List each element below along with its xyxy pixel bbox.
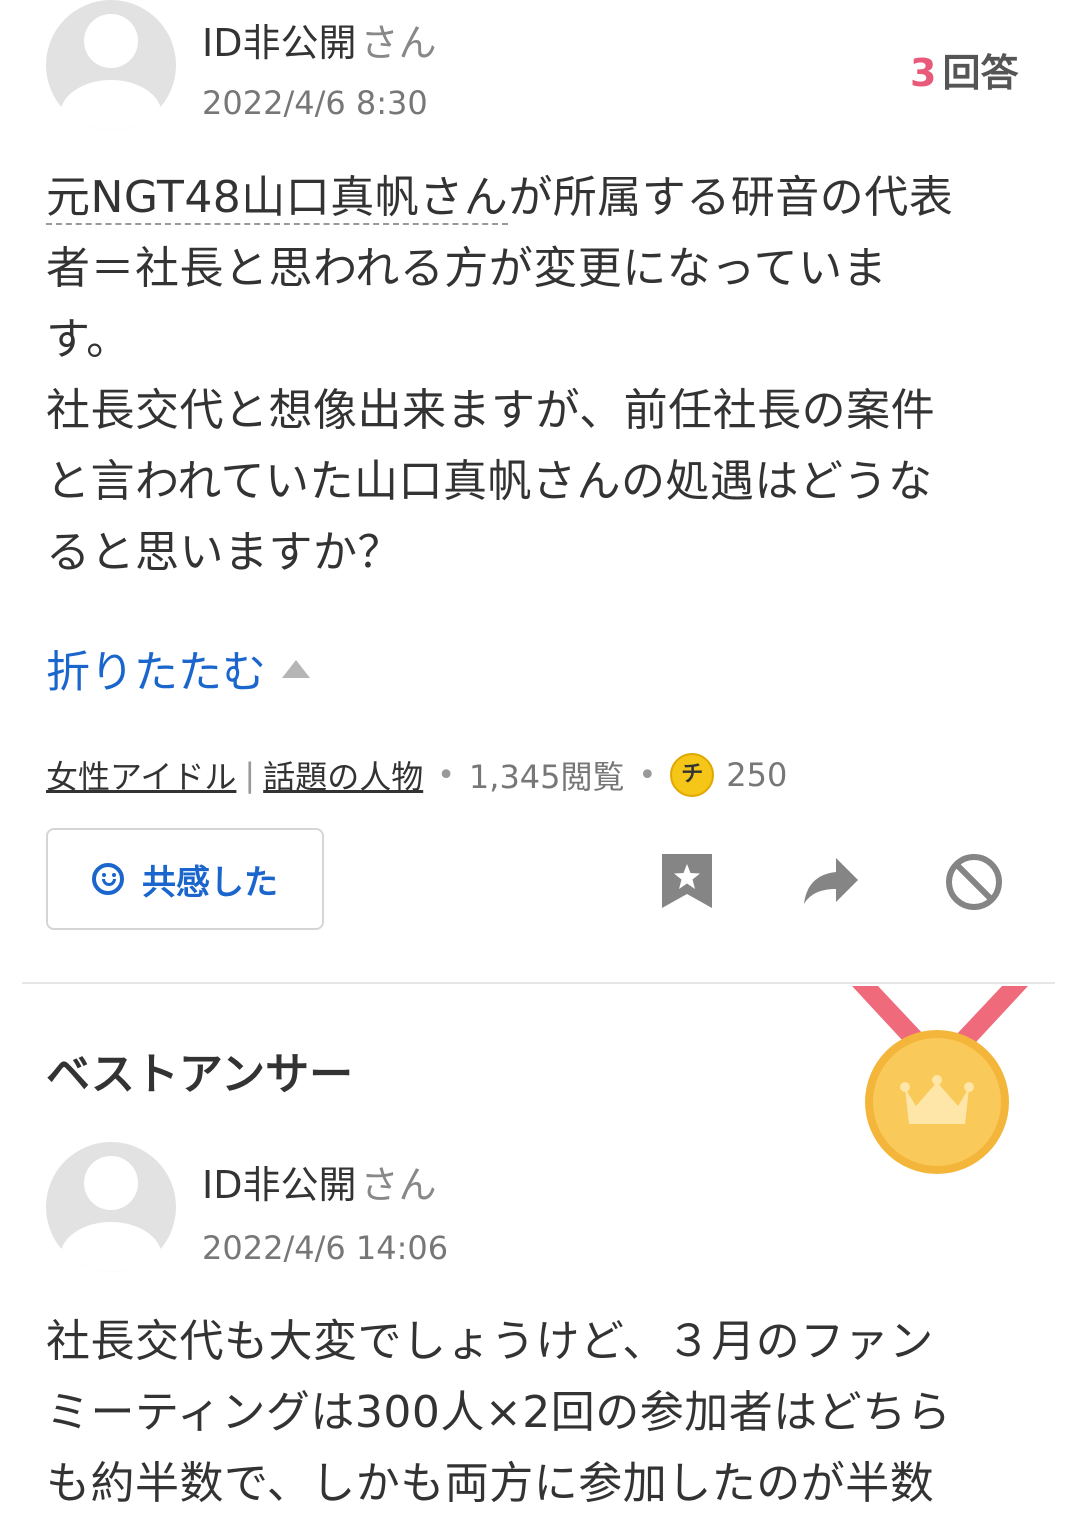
question-keyword-link[interactable]: 元NGT48山口真帆さん	[46, 172, 509, 225]
best-answer-title: ベストアンサー	[46, 1049, 354, 1100]
question-meta: 女性アイドル | 話題の人物 • 1,345閲覧 • チ 250	[46, 752, 787, 798]
section-divider	[22, 982, 1055, 984]
answer-user-name-text: ID非公開	[202, 1163, 357, 1207]
empathy-button[interactable]: 共感した	[46, 828, 324, 930]
answer-count-label: 回答	[942, 51, 1019, 95]
coin-amount: 250	[726, 756, 788, 794]
coin-icon: チ	[670, 753, 715, 797]
collapse-label: 折りたたむ	[46, 647, 266, 698]
answer-count-number: 3	[910, 51, 937, 95]
meta-dot: •	[437, 757, 455, 793]
answer-user-name[interactable]: ID非公開 さん	[202, 1154, 436, 1209]
answer-user-suffix: さん	[360, 1163, 437, 1207]
question-user-name[interactable]: ID非公開 さん	[202, 12, 436, 67]
question-avatar[interactable]	[46, 0, 176, 130]
category-separator: |	[244, 756, 256, 794]
block-icon[interactable]	[944, 852, 1004, 916]
view-count: 1,345閲覧	[468, 758, 625, 796]
collapse-toggle[interactable]: 折りたたむ	[46, 636, 310, 700]
caret-up-icon	[282, 660, 310, 678]
answer-body: 社長交代も大変でしょうけど、３月のファン ミーティングは300人×2回の参加者は…	[46, 1316, 952, 1509]
smile-icon	[92, 863, 124, 895]
question-body: 元NGT48山口真帆さんが所属する研音の代表 者＝社長と思われる方が変更になって…	[46, 162, 1036, 588]
answer-count: 3 回答	[910, 42, 1018, 97]
bookmark-icon[interactable]	[660, 852, 714, 914]
answer-avatar[interactable]	[46, 1142, 176, 1272]
category-link-person[interactable]: 話題の人物	[263, 752, 423, 798]
category-link-idol[interactable]: 女性アイドル	[46, 752, 236, 798]
question-body-rest: 者＝社長と思われる方が変更になっていま す。 社長交代と想像出来ますが、前任社長…	[46, 243, 936, 578]
answer-date: 2022/4/6 14:06	[202, 1229, 449, 1267]
user-name-text: ID非公開	[202, 21, 357, 65]
user-suffix: さん	[360, 21, 437, 65]
question-date: 2022/4/6 8:30	[202, 84, 428, 122]
share-icon[interactable]	[802, 856, 860, 910]
meta-dot: •	[638, 757, 657, 793]
medal-icon	[850, 986, 1030, 1180]
empathy-label: 共感した	[142, 862, 278, 903]
question-body-line1: が所属する研音の代表	[508, 172, 954, 223]
